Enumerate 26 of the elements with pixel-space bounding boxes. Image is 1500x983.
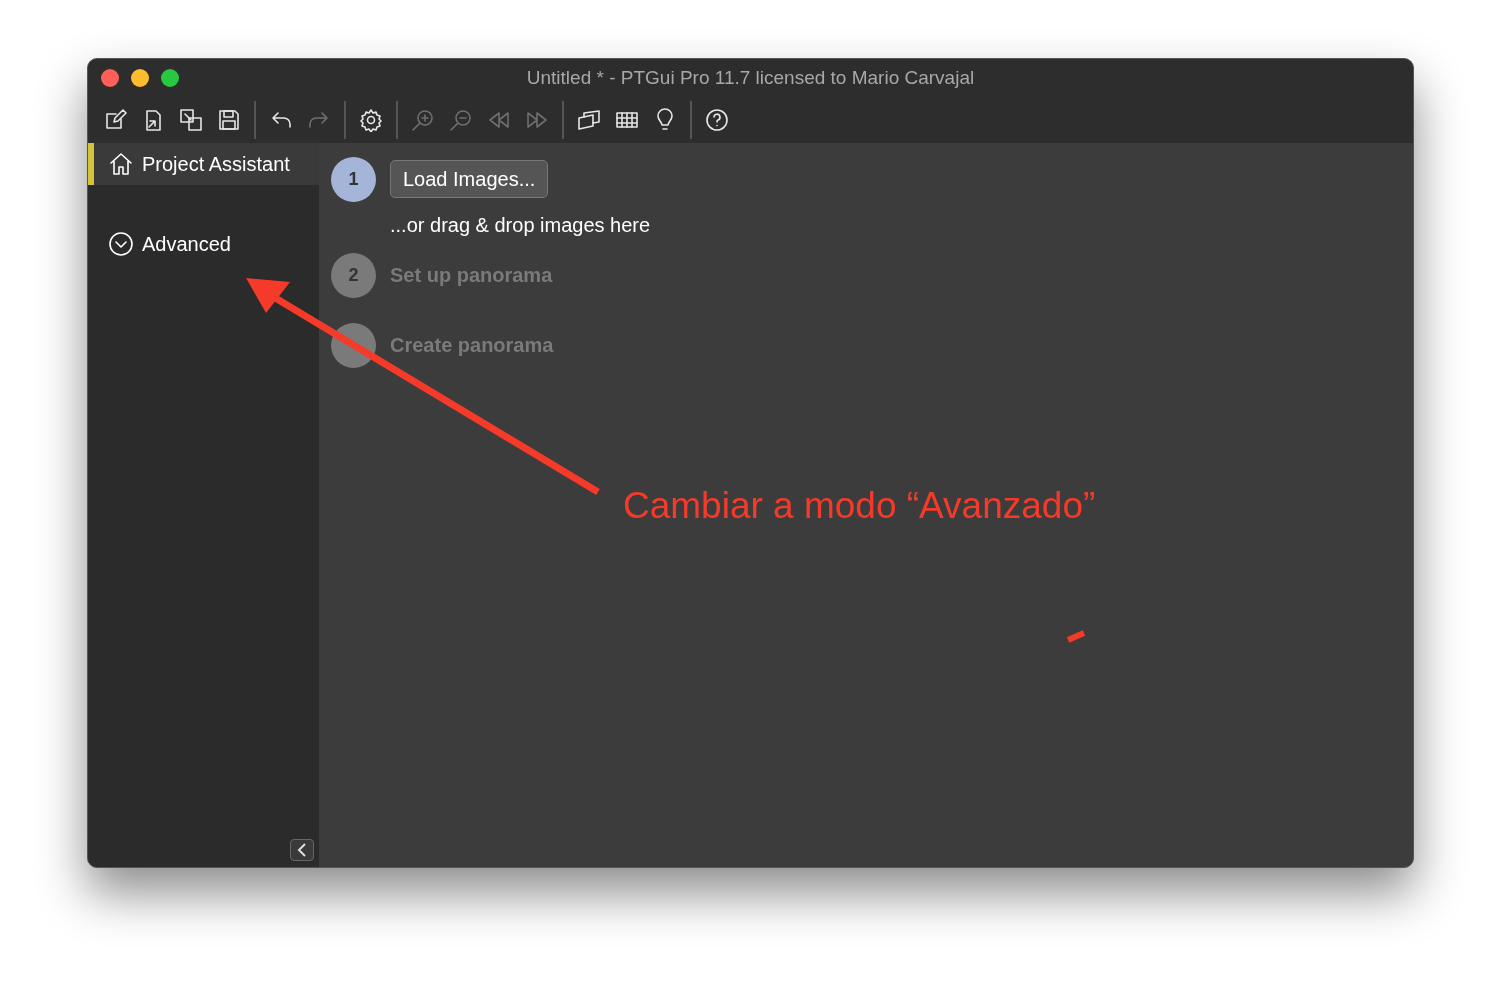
edit-icon xyxy=(103,108,127,132)
step-number: 1 xyxy=(331,156,376,202)
annotation-text: Cambiar a modo “Avanzado” xyxy=(623,484,1096,528)
step-label: Set up panorama xyxy=(390,263,553,288)
minimize-button[interactable] xyxy=(131,69,149,87)
step-number: 2 xyxy=(331,252,376,298)
home-icon xyxy=(108,151,134,177)
close-button[interactable] xyxy=(101,69,119,87)
zoom-out-icon xyxy=(449,108,473,132)
drop-hint: ...or drag & drop images here xyxy=(390,213,652,238)
collapse-sidebar-button[interactable] xyxy=(290,839,314,861)
save-icon xyxy=(217,108,241,132)
zoom-in-icon xyxy=(411,108,435,132)
sidebar-item[interactable]: Project Assistant xyxy=(88,143,319,185)
stacked-frames-icon xyxy=(577,108,601,132)
step-label: Create panorama xyxy=(390,333,554,358)
chevron-left-icon xyxy=(296,843,308,857)
overlapping-pages-icon xyxy=(179,108,203,132)
help-icon xyxy=(705,108,729,132)
load-images-button[interactable]: Load Images... xyxy=(390,160,549,198)
maximize-button[interactable] xyxy=(161,69,179,87)
sidebar-item[interactable]: Advanced xyxy=(88,223,319,265)
settings-icon xyxy=(359,108,383,132)
annotation-mark xyxy=(1066,630,1086,643)
window-title: Untitled * - PTGui Pro 11.7 licensed to Mario Carvajal xyxy=(526,65,975,90)
chevron-circle-icon xyxy=(108,231,134,257)
